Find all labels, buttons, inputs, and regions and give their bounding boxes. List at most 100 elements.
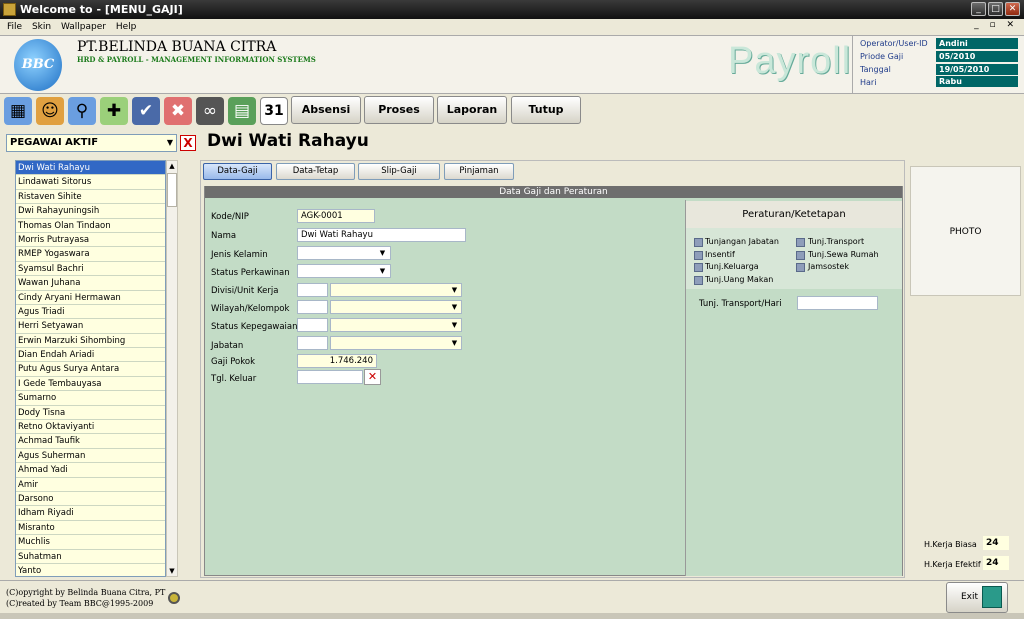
tgl-keluar-field[interactable] — [297, 370, 363, 384]
status-kepegawaian-select[interactable] — [330, 318, 462, 332]
list-item[interactable]: Morris Putrayasa — [16, 233, 165, 248]
hari-kerja-biasa-value: 24 — [983, 536, 1009, 550]
checkbox-insentif[interactable] — [694, 251, 703, 260]
checkbox-jamsostek[interactable] — [796, 263, 805, 272]
list-item[interactable]: Yanto — [16, 564, 165, 576]
list-item[interactable]: Agus Triadi — [16, 305, 165, 320]
scroll-thumb[interactable] — [167, 173, 177, 207]
chevron-down-icon[interactable]: ▼ — [376, 247, 389, 259]
calendar-icon[interactable]: 31 — [260, 97, 288, 125]
list-item[interactable]: Agus Suherman — [16, 449, 165, 464]
list-item[interactable]: Erwin Marzuki Sihombing — [16, 334, 165, 349]
user-icon[interactable]: ☺ — [36, 97, 64, 125]
clear-date-icon[interactable]: ✕ — [364, 369, 381, 385]
hari-value: Rabu — [936, 76, 1018, 87]
jenis-kelamin-label: Jenis Kelamin — [211, 250, 268, 260]
checkbox-tunj-sewa-rumah[interactable] — [796, 251, 805, 260]
list-item[interactable]: Wawan Juhana — [16, 276, 165, 291]
menu-bar: File Skin Wallpaper Help — [0, 19, 1024, 35]
list-item[interactable]: Ristaven Sihite — [16, 190, 165, 205]
maximize-button[interactable]: □ — [988, 2, 1003, 16]
jabatan-select[interactable] — [330, 336, 462, 350]
list-item[interactable]: RMEP Yogaswara — [16, 247, 165, 262]
list-item[interactable]: Dwi Wati Rahayu — [16, 161, 165, 176]
tab-data-tetap[interactable]: Data-Tetap — [276, 163, 355, 180]
list-item[interactable]: Herri Setyawan — [16, 319, 165, 334]
status-kepegawaian-code-field[interactable] — [297, 318, 328, 332]
list-item[interactable]: Darsono — [16, 492, 165, 507]
menu-skin[interactable]: Skin — [32, 22, 51, 32]
list-item[interactable]: Syamsul Bachri — [16, 262, 165, 277]
user-delete-icon[interactable]: ✖ — [164, 97, 192, 125]
list-item[interactable]: Lindawati Sitorus — [16, 175, 165, 190]
laporan-button[interactable]: Laporan — [437, 96, 507, 124]
chevron-down-icon[interactable]: ▼ — [164, 135, 176, 151]
calculator-icon[interactable]: ▤ — [228, 97, 256, 125]
checkbox-tunj-keluarga[interactable] — [694, 263, 703, 272]
gaji-pokok-field[interactable]: 1.746.240 — [297, 354, 377, 368]
list-item[interactable]: Misranto — [16, 521, 165, 536]
scroll-up-icon[interactable]: ▲ — [166, 160, 178, 172]
list-item[interactable]: Thomas Olan Tindaon — [16, 219, 165, 233]
wilayah-select[interactable] — [330, 300, 462, 314]
tab-slip-gaji[interactable]: Slip-Gaji — [358, 163, 440, 180]
jabatan-code-field[interactable] — [297, 336, 328, 350]
list-item[interactable]: Dian Endah Ariadi — [16, 348, 165, 363]
checkbox-tunj-transport[interactable] — [796, 238, 805, 247]
exit-door-icon[interactable] — [982, 586, 1002, 608]
window-icon[interactable]: ▦ — [4, 97, 32, 125]
checkbox-tunj-uang-makan[interactable] — [694, 276, 703, 285]
employee-list[interactable]: Dwi Wati Rahayu Lindawati Sitorus Ristaven… — [15, 160, 166, 577]
tab-pinjaman[interactable]: Pinjaman — [444, 163, 514, 180]
divisi-code-field[interactable] — [297, 283, 328, 297]
list-item[interactable]: Muchlis — [16, 535, 165, 550]
employee-list-scrollbar[interactable] — [166, 160, 178, 577]
tunj-transport-label: Tunj.Transport — [808, 237, 865, 246]
chevron-down-icon[interactable]: ▼ — [448, 337, 461, 349]
list-item[interactable]: Idham Riyadi — [16, 506, 165, 521]
settings-icon[interactable] — [168, 592, 180, 604]
list-item[interactable]: Dody Tisna — [16, 406, 165, 421]
tutup-button[interactable]: Tutup — [511, 96, 581, 124]
company-subtitle: HRD & PAYROLL - MANAGEMENT INFORMATION S… — [77, 55, 316, 64]
chevron-down-icon[interactable]: ▼ — [448, 301, 461, 313]
users-search-icon[interactable]: ⚲ — [68, 97, 96, 125]
wilayah-code-field[interactable] — [297, 300, 328, 314]
menu-file[interactable]: File — [7, 22, 22, 32]
menu-wallpaper[interactable]: Wallpaper — [61, 22, 106, 32]
list-item[interactable]: Suhatman — [16, 550, 165, 564]
checkbox-tunjangan-jabatan[interactable] — [694, 238, 703, 247]
chevron-down-icon[interactable]: ▼ — [376, 265, 389, 277]
proses-button[interactable]: Proses — [364, 96, 434, 124]
status-kepegawaian-label: Status Kepegawaian — [211, 322, 298, 332]
minimize-button[interactable]: _ — [971, 2, 986, 16]
list-item[interactable]: Putu Agus Surya Antara — [16, 362, 165, 377]
tab-data-gaji[interactable]: Data-Gaji — [203, 163, 272, 180]
list-item[interactable]: I Gede Tembauyasa — [16, 377, 165, 392]
chevron-down-icon[interactable]: ▼ — [448, 319, 461, 331]
jamsostek-label: Jamsostek — [808, 262, 849, 271]
save-icon[interactable]: ✔ — [132, 97, 160, 125]
user-add-icon[interactable]: ✚ — [100, 97, 128, 125]
list-item[interactable]: Ahmad Yadi — [16, 463, 165, 478]
close-button[interactable]: ✕ — [1005, 2, 1020, 16]
hari-kerja-efektif-value: 24 — [983, 556, 1009, 570]
scroll-down-icon[interactable]: ▼ — [166, 566, 178, 577]
employee-filter-select[interactable]: PEGAWAI AKTIF — [6, 134, 177, 152]
binoculars-icon[interactable]: ∞ — [196, 97, 224, 125]
divisi-select[interactable] — [330, 283, 462, 297]
nama-field[interactable]: Dwi Wati Rahayu — [297, 228, 466, 242]
list-item[interactable]: Amir — [16, 478, 165, 492]
list-item[interactable]: Achmad Taufik — [16, 434, 165, 449]
transport-per-day-field[interactable] — [797, 296, 878, 310]
kode-field[interactable]: AGK-0001 — [297, 209, 375, 223]
absensi-button[interactable]: Absensi — [291, 96, 361, 124]
list-item[interactable]: Retno Oktaviyanti — [16, 420, 165, 435]
menu-help[interactable]: Help — [116, 22, 137, 32]
list-item[interactable]: Sumarno — [16, 391, 165, 406]
clear-filter-button[interactable]: X — [180, 135, 196, 151]
list-item[interactable]: Cindy Aryani Hermawan — [16, 291, 165, 305]
mdi-controls[interactable]: _ ▫ ✕ — [974, 20, 1018, 30]
list-item[interactable]: Dwi Rahayuningsih — [16, 204, 165, 219]
chevron-down-icon[interactable]: ▼ — [448, 284, 461, 296]
